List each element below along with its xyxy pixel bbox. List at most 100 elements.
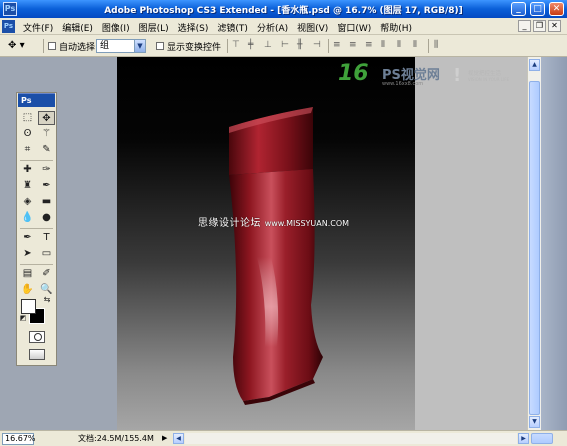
lasso-tool-icon[interactable]: ʘ [19,127,36,141]
doc-restore-button[interactable]: ❐ [533,20,546,32]
menu-layer[interactable]: 图层(L) [136,20,172,35]
distribute-hcenter-icon[interactable]: ⦀ [397,40,409,51]
chevron-down-icon: ▼ [134,40,145,52]
distribute-top-icon[interactable]: ≡ [333,40,345,51]
auto-select-dropdown[interactable]: 组 ▼ [96,39,146,53]
logo-divider: ! [453,65,462,86]
quick-mask-button[interactable] [29,331,45,343]
magic-wand-tool-icon[interactable]: ⚚ [38,127,55,141]
menu-edit[interactable]: 编辑(E) [59,20,96,35]
divider [20,160,53,161]
logo-url: www.16xx8.com [382,81,424,87]
desktop-edge [541,57,567,430]
clone-stamp-icon[interactable]: ♜ [19,179,36,193]
shape-tool-icon[interactable]: ▭ [38,247,55,261]
align-vcenter-icon[interactable]: ╪ [248,40,260,51]
menu-file[interactable]: 文件(F) [20,20,56,35]
minimize-button[interactable]: _ [511,2,526,16]
horizontal-scroll-thumb[interactable] [531,433,553,444]
horizontal-scroll-track[interactable] [185,433,517,444]
hand-tool-icon[interactable]: ✋ [19,283,36,297]
distribute-bottom-icon[interactable]: ≡ [365,40,377,51]
move-tool-icon: ✥ [8,40,17,51]
maximize-button[interactable]: □ [530,2,545,16]
crop-tool-icon[interactable]: ⌗ [19,143,36,157]
zoom-level-field[interactable]: 16.67% [2,433,36,445]
logo-slogan: 视觉把控生活 [468,71,502,77]
gradient-tool-icon[interactable]: ▬ [38,195,55,209]
menu-view[interactable]: 视图(V) [294,20,331,35]
center-watermark-cn: 思缘设计论坛 [198,218,261,229]
marquee-tool-icon[interactable]: ⬚ [19,111,36,125]
center-watermark: 思缘设计论坛 www.MISSYUAN.COM [198,214,349,229]
distribute-left-icon[interactable]: ⦀ [381,40,393,51]
doc-minimize-button[interactable]: _ [518,20,531,32]
logo-slogan-en: VISION IN YOUR LIFE [468,77,510,82]
document-icon[interactable]: Ps [2,20,15,33]
menu-image[interactable]: 图像(I) [99,20,133,35]
history-brush-icon[interactable]: ✒ [38,179,55,193]
tools-palette: Ps ⬚ ✥ ʘ ⚚ ⌗ ✎ ✚ ✑ ♜ ✒ ◈ ▬ 💧 ● ✒ T ➤ ▭ ▤… [16,92,57,366]
foreground-color-swatch[interactable] [21,299,36,314]
menu-list: 文件(F) 编辑(E) 图像(I) 图层(L) 选择(S) 滤镜(T) 分析(A… [20,20,418,35]
notes-tool-icon[interactable]: ▤ [19,267,36,281]
auto-align-icon[interactable]: ⫼ [434,40,446,51]
slice-tool-icon[interactable]: ✎ [38,143,55,157]
title-bar: Ps Adobe Photoshop CS3 Extended - [香水瓶.p… [0,0,567,18]
eraser-tool-icon[interactable]: ◈ [19,195,36,209]
site-watermark-logo: 16 PS视觉网 www.16xx8.com ! 视觉把控生活 VISION I… [338,61,528,91]
path-select-icon[interactable]: ➤ [19,247,36,261]
healing-brush-icon[interactable]: ✚ [19,163,36,177]
menu-filter[interactable]: 滤镜(T) [214,20,251,35]
separator [227,39,228,53]
scroll-up-button[interactable]: ▲ [529,59,540,71]
brush-tool-icon[interactable]: ✑ [38,163,55,177]
swap-colors-icon[interactable]: ⇆ [41,295,53,305]
distribute-right-icon[interactable]: ⦀ [413,40,425,51]
separator [43,39,44,53]
document-canvas[interactable] [117,57,415,430]
document-size: 文档:24.5M/155.4M [78,434,154,443]
logo-16: 16 [338,61,369,86]
align-bottom-icon[interactable]: ⊥ [264,40,276,51]
menu-window[interactable]: 窗口(W) [334,20,374,35]
vertical-scrollbar[interactable]: ▲ ▼ [527,57,541,430]
show-transform-label: 显示变换控件 [167,43,222,53]
divider [20,228,53,229]
scroll-right-button[interactable]: ▶ [518,433,529,444]
default-colors-icon[interactable]: ◩ [18,313,28,323]
center-watermark-url: www.MISSYUAN.COM [264,219,350,228]
tools-header[interactable]: Ps [18,94,55,107]
divider [20,264,53,265]
canvas-pasteboard [415,57,527,430]
separator [328,39,329,53]
align-left-icon[interactable]: ⊢ [281,40,293,51]
dodge-tool-icon[interactable]: ● [38,211,55,225]
align-right-icon[interactable]: ⊣ [313,40,325,51]
perfume-bottle-illustration [229,107,323,405]
menu-help[interactable]: 帮助(H) [377,20,415,35]
scroll-thumb[interactable] [529,81,540,415]
align-top-icon[interactable]: ⊤ [232,40,244,51]
show-transform-checkbox[interactable] [156,42,164,50]
scroll-down-button[interactable]: ▼ [529,416,540,428]
tool-preset-picker[interactable]: ✥ ▾ [8,38,38,54]
screen-mode-button[interactable] [29,349,45,360]
eyedropper-tool-icon[interactable]: ✐ [38,267,55,281]
move-tool-icon[interactable]: ✥ [38,111,55,125]
separator [428,39,429,53]
pen-tool-icon[interactable]: ✒ [19,231,36,245]
menu-bar: Ps 文件(F) 编辑(E) 图像(I) 图层(L) 选择(S) 滤镜(T) 分… [0,18,567,35]
auto-select-checkbox[interactable] [48,42,56,50]
menu-analysis[interactable]: 分析(A) [254,20,291,35]
type-tool-icon[interactable]: T [38,231,55,245]
doc-close-button[interactable]: ✕ [548,20,561,32]
align-hcenter-icon[interactable]: ╫ [297,40,309,51]
menu-select[interactable]: 选择(S) [175,20,212,35]
distribute-vcenter-icon[interactable]: ≡ [349,40,361,51]
close-button[interactable]: ✕ [549,2,564,16]
blur-tool-icon[interactable]: 💧 [19,211,36,225]
options-bar: ✥ ▾ 自动选择: 组 ▼ 显示变换控件 ⊤ ╪ ⊥ ⊢ ╫ ⊣ ≡ ≡ ≡ ⦀… [0,35,567,57]
scroll-left-button[interactable]: ◀ [173,433,184,444]
status-menu-arrow[interactable]: ▶ [162,434,167,442]
